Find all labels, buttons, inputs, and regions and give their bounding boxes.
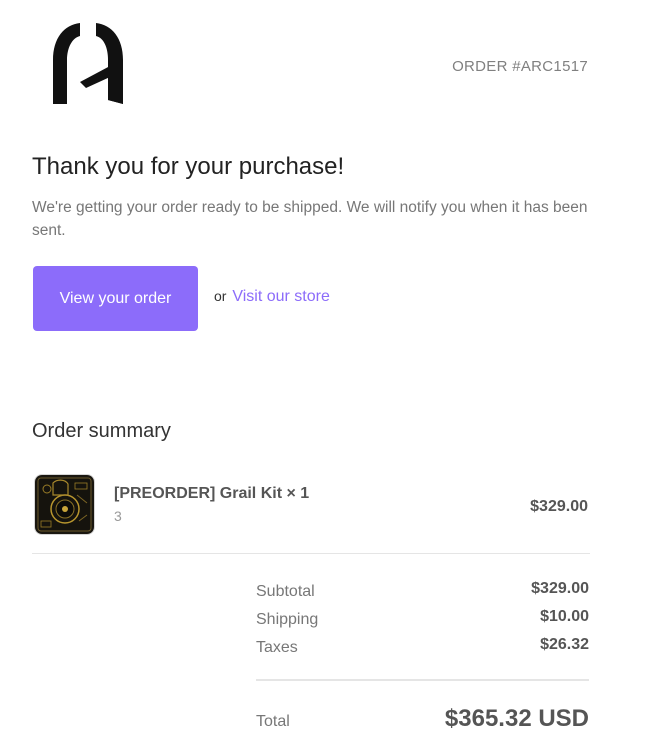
taxes-row: Taxes $26.32: [256, 636, 589, 657]
visit-store-link[interactable]: Visit our store: [232, 288, 330, 305]
order-number: ORDER #ARC1517: [452, 58, 588, 75]
taxes-label: Taxes: [256, 639, 298, 656]
shipping-row: Shipping $10.00: [256, 608, 589, 629]
item-name: [PREORDER] Grail Kit × 1: [114, 485, 310, 502]
shipping-value: $10.00: [540, 608, 589, 625]
product-thumbnail: [34, 474, 95, 535]
total-divider: [256, 679, 589, 681]
subtotal-label: Subtotal: [256, 583, 315, 600]
subtotal-row: Subtotal $329.00: [256, 580, 589, 601]
total-label: Total: [256, 713, 290, 730]
view-order-button[interactable]: View your order: [33, 266, 198, 331]
page-title: Thank you for your purchase!: [32, 153, 345, 180]
item-variant: 3: [114, 508, 122, 524]
order-summary-title: Order summary: [32, 420, 171, 442]
item-price: $329.00: [530, 498, 588, 515]
subtotal-value: $329.00: [531, 580, 589, 597]
taxes-value: $26.32: [540, 636, 589, 653]
arch-logo-icon: [53, 23, 123, 104]
total-row: Total $365.32 USD: [256, 705, 589, 733]
brand-logo: [50, 22, 126, 106]
or-text: or: [214, 288, 227, 304]
page-subtitle: We're getting your order ready to be shi…: [32, 199, 588, 239]
total-value: $365.32 USD: [444, 705, 589, 732]
shipping-label: Shipping: [256, 611, 319, 628]
store-link-group: or Visit our store: [214, 288, 330, 306]
summary-divider: [32, 553, 590, 554]
